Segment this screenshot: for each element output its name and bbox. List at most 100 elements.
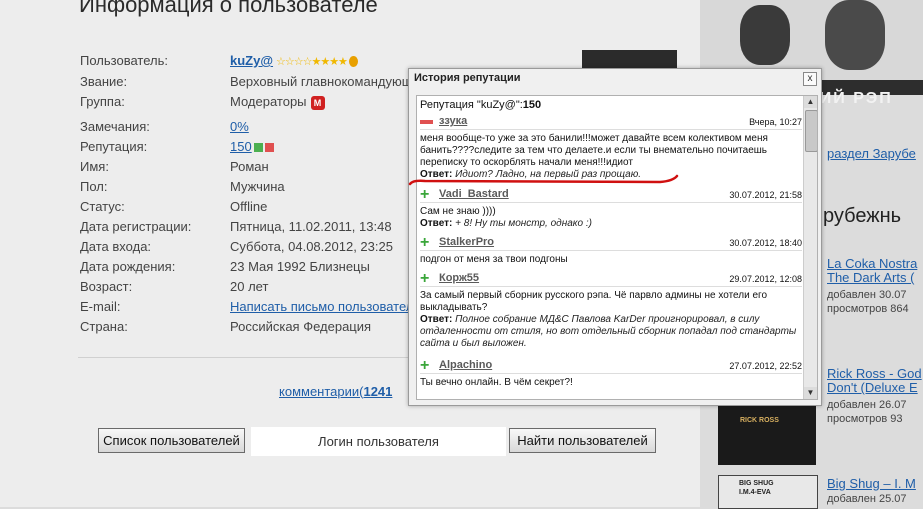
comments-label: комментарии( xyxy=(279,384,364,399)
reputation-link[interactable]: 150 xyxy=(230,139,252,154)
reputation-total: Репутация "kuZy@":150 xyxy=(420,99,541,111)
entry-date: 30.07.2012, 18:40 xyxy=(729,238,802,248)
sidebar-item-1-views: просмотров 864 xyxy=(827,303,909,315)
reputation-entry: + Корж55 29.07.2012, 12:08 За самый перв… xyxy=(420,270,802,350)
value-reputation: 150 xyxy=(230,139,274,154)
label-status: Статус: xyxy=(80,199,125,214)
sidebar-item-1-added: добавлен 30.07 xyxy=(827,289,907,301)
reputation-history-dialog: История репутации x Репутация "kuZy@":15… xyxy=(408,68,822,406)
row-group: Группа: Модераторы М xyxy=(80,94,410,114)
value-name: Роман xyxy=(230,159,269,174)
sidebar-item-2-views: просмотров 93 xyxy=(827,413,903,425)
sidebar-section-link[interactable]: раздел Зарубе xyxy=(827,146,916,161)
entry-date: 30.07.2012, 21:58 xyxy=(729,190,802,200)
comments-link-wrap: комментарии(1241 xyxy=(279,384,392,399)
value-rank: Верховный главнокомандующ xyxy=(230,74,410,89)
answer-text: Полное собрание МД&С Павлова KarDer прои… xyxy=(420,314,797,349)
username-link[interactable]: kuZy@ xyxy=(230,53,273,68)
value-status: Offline xyxy=(230,199,268,214)
sidebar-item-2-title[interactable]: Rick Ross - God xyxy=(827,366,922,381)
scroll-up-icon[interactable]: ▲ xyxy=(804,96,817,108)
row-reputation: Репутация: 150 xyxy=(80,139,410,159)
row-gender: Пол: Мужчина xyxy=(80,179,410,199)
entry-header: + Корж55 29.07.2012, 12:08 xyxy=(420,270,802,287)
entry-user-link[interactable]: StalkerPro xyxy=(439,236,494,248)
entry-date: 27.07.2012, 22:52 xyxy=(729,361,802,371)
entry-header: + Alpachino 27.07.2012, 22:52 xyxy=(420,357,802,374)
plus-icon: + xyxy=(420,270,430,287)
reputation-plus-icon[interactable] xyxy=(253,143,263,153)
comments-count: 1241 xyxy=(363,384,393,399)
comments-link[interactable]: комментарии(1241 xyxy=(279,384,392,399)
entry-text: Сам не знаю )))) xyxy=(420,206,496,217)
dialog-title: История репутации xyxy=(414,72,521,84)
entry-date: 29.07.2012, 12:08 xyxy=(729,274,802,284)
reputation-total-value: 150 xyxy=(522,99,542,111)
medal-icon xyxy=(348,56,358,68)
scrollbar[interactable]: ▲ ▼ xyxy=(803,96,817,399)
close-icon[interactable]: x xyxy=(803,72,817,86)
entry-text: Ты вечно онлайн. В чём секрет?! xyxy=(420,377,573,388)
sidebar-heading: рубежнь xyxy=(823,205,902,227)
rank-stars: ☆☆☆☆★★★★ xyxy=(276,56,348,68)
value-age: 20 лет xyxy=(230,279,269,294)
user-list-button[interactable]: Список пользователей xyxy=(98,428,245,453)
row-last-login: Дата входа: Суббота, 04.08.2012, 23:25 xyxy=(80,239,410,259)
row-warnings: Замечания: 0% xyxy=(80,119,410,139)
answer-label: Ответ: xyxy=(420,314,453,325)
thumb-label-3: I.M.4-EVA xyxy=(739,489,771,496)
label-group: Группа: xyxy=(80,94,125,109)
label-reputation: Репутация: xyxy=(80,139,148,154)
sidebar-thumb-big-shug[interactable]: BIG SHUG I.M.4-EVA xyxy=(718,475,818,509)
row-country: Страна: Российская Федерация xyxy=(80,319,410,339)
sidebar-item-1-title-2[interactable]: The Dark Arts ( xyxy=(827,270,914,285)
reputation-minus-icon[interactable] xyxy=(264,143,274,153)
send-email-link[interactable]: Написать письмо пользовател xyxy=(230,299,410,314)
row-status: Статус: Offline xyxy=(80,199,410,219)
warnings-link[interactable]: 0% xyxy=(230,119,249,134)
reputation-entry: + Vadi_Bastard 30.07.2012, 21:58 Сам не … xyxy=(420,187,802,230)
reputation-entry: + Alpachino 27.07.2012, 22:52 Ты вечно о… xyxy=(420,357,802,389)
entry-user-link[interactable]: ззука xyxy=(439,115,467,127)
entry-header: ззука Вчера, 10:27 xyxy=(420,115,802,130)
row-registered: Дата регистрации: Пятница, 11.02.2011, 1… xyxy=(80,219,410,239)
profile-thumbnail xyxy=(582,50,677,68)
row-email: E-mail: Написать письмо пользовател xyxy=(80,299,410,319)
reputation-entry: + StalkerPro 30.07.2012, 18:40 подгон от… xyxy=(420,234,802,266)
row-name: Имя: Роман xyxy=(80,159,410,179)
reputation-list[interactable]: Репутация "kuZy@":150 ззука Вчера, 10:27… xyxy=(416,95,818,400)
row-rank: Звание: Верховный главнокомандующ xyxy=(80,74,410,94)
sidebar-item-1-title[interactable]: La Coka Nostra xyxy=(827,256,917,271)
value-warnings: 0% xyxy=(230,119,249,134)
plus-icon: + xyxy=(420,234,430,251)
thumb-label-2: BIG SHUG xyxy=(739,480,774,487)
banner-figure-left xyxy=(740,5,790,65)
row-age: Возраст: 20 лет xyxy=(80,279,410,299)
entry-answer: Ответ: + 8! Ну ты монстр, однако :) xyxy=(420,218,802,230)
value-group: Модераторы М xyxy=(230,94,325,110)
value-birthday: 23 Мая 1992 Близнецы xyxy=(230,259,370,274)
login-search-input[interactable] xyxy=(251,427,506,456)
value-user: kuZy@ ☆☆☆☆★★★★ xyxy=(230,53,358,68)
find-users-button[interactable]: Найти пользователей xyxy=(509,428,656,453)
moderator-icon: М xyxy=(310,95,325,110)
sidebar-item-3-title[interactable]: Big Shug – I. M xyxy=(827,476,916,491)
sidebar-item-2-title-2[interactable]: Don't (Deluxe E xyxy=(827,380,918,395)
banner-figure-right xyxy=(825,0,885,70)
label-email: E-mail: xyxy=(80,299,121,314)
scroll-down-icon[interactable]: ▼ xyxy=(804,387,817,399)
entry-header: + Vadi_Bastard 30.07.2012, 21:58 xyxy=(420,187,802,203)
row-user: Пользователь: kuZy@ ☆☆☆☆★★★★ xyxy=(80,53,410,73)
sidebar-thumb-rick-ross[interactable]: RICK ROSS xyxy=(718,405,816,465)
label-registered: Дата регистрации: xyxy=(80,219,192,234)
sidebar-item-2-added: добавлен 26.07 xyxy=(827,399,907,411)
group-name: Модераторы xyxy=(230,94,307,109)
scroll-thumb[interactable] xyxy=(805,110,817,152)
entry-user-link[interactable]: Корж55 xyxy=(439,272,479,284)
label-user: Пользователь: xyxy=(80,53,168,68)
entry-user-link[interactable]: Alpachino xyxy=(439,359,492,371)
entry-date: Вчера, 10:27 xyxy=(749,117,802,127)
red-underline-annotation xyxy=(408,174,679,186)
plus-icon: + xyxy=(420,357,430,374)
reputation-total-label: Репутация "kuZy@": xyxy=(420,99,523,111)
